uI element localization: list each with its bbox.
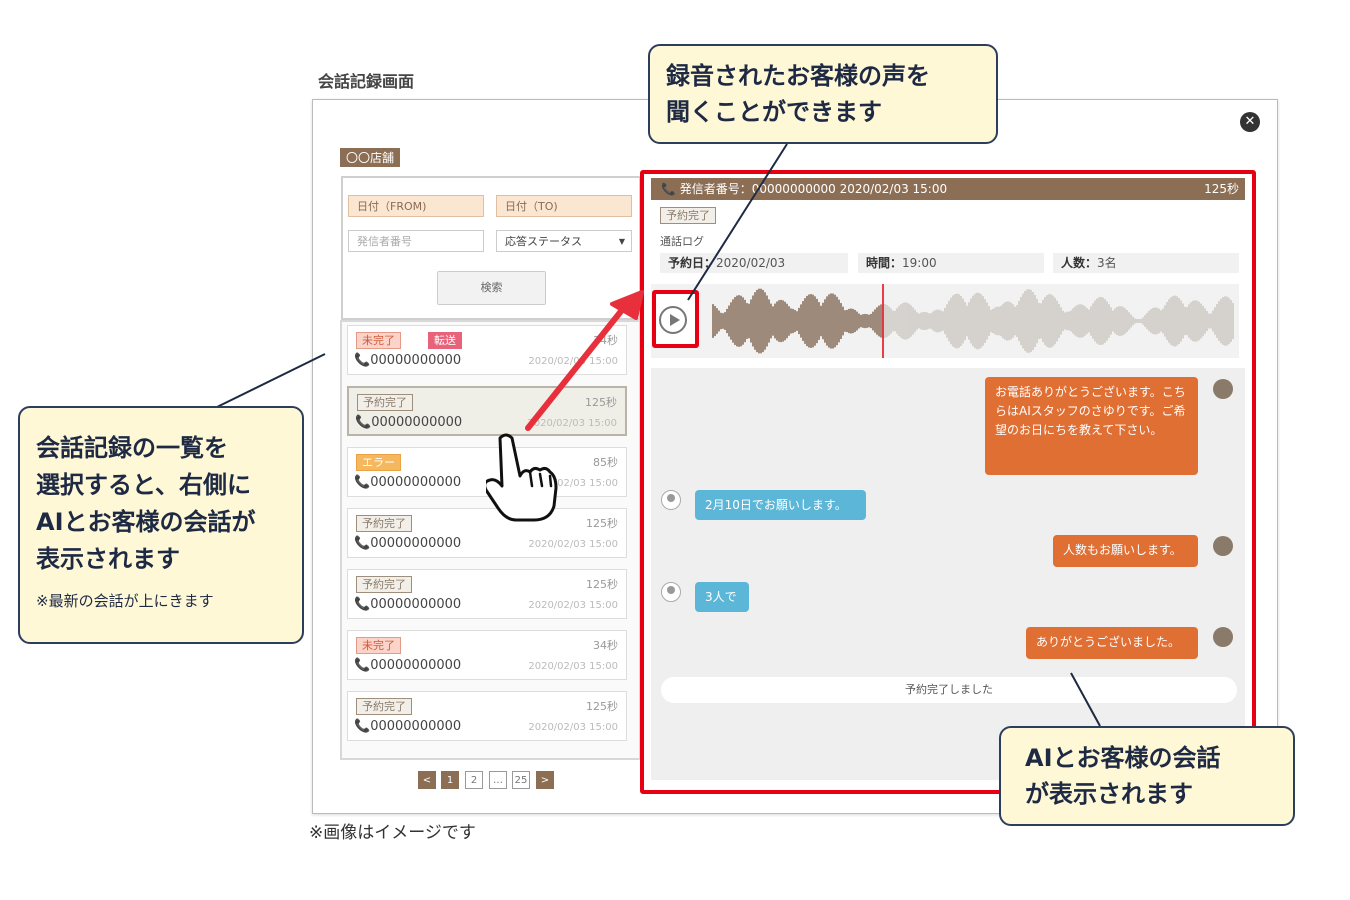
hand-pointer-icon [486,433,558,522]
image-disclaimer: ※画像はイメージです [309,823,476,843]
callout-chat: AIとお客様の会話 が表示されます [999,726,1295,826]
callout-record-list: 会話記録の一覧を 選択すると、右側に AIとお客様の会話が 表示されます ※最新… [18,406,304,644]
callout-audio: 録音されたお客様の声を 聞くことができます [648,44,998,144]
callout-note: ※最新の会話が上にきます [36,592,214,610]
